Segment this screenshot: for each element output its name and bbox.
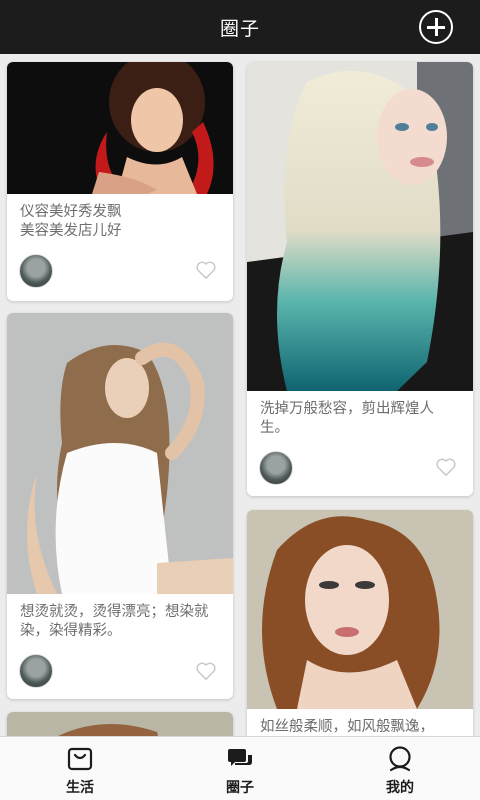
post-card[interactable]: 仪容美好秀发飘 美容美发店儿好 [7, 62, 233, 301]
post-caption: 如丝般柔顺，如风般飘逸， [260, 719, 434, 735]
author-avatar[interactable] [19, 254, 53, 288]
heart-icon[interactable] [195, 260, 217, 280]
heart-icon[interactable] [435, 457, 457, 477]
post-photo[interactable] [7, 313, 233, 594]
post-caption: 仪容美好秀发飘 美容美发店儿好 [20, 204, 122, 239]
tab-label: 生活 [66, 780, 94, 796]
tab-label: 圈子 [226, 780, 254, 796]
author-avatar[interactable] [259, 451, 293, 485]
page-title: 圈子 [219, 17, 260, 40]
heart-icon[interactable] [195, 661, 217, 681]
app-root: 圈子 仪容美好秀发飘 美容美发店儿好 洗掉万般愁容，剪出辉煌人生。 想烫就烫，烫… [0, 0, 480, 800]
post-photo[interactable] [247, 62, 473, 391]
post-card[interactable]: 想烫就烫，烫得漂亮；想染就染，染得精彩。 [7, 313, 233, 699]
post-photo[interactable] [7, 62, 233, 194]
chat-bubbles-icon [228, 749, 252, 766]
post-card[interactable]: 如丝般柔顺，如风般飘逸， [247, 510, 473, 736]
tab-circle[interactable]: 圈子 [160, 737, 320, 800]
tab-label: 我的 [386, 780, 414, 796]
shopping-bag-icon [67, 747, 93, 771]
post-card[interactable]: 洗掉万般愁容，剪出辉煌人生。 [247, 62, 473, 496]
tab-life[interactable]: 生活 [0, 737, 160, 800]
add-post-button[interactable] [419, 10, 453, 44]
post-card[interactable] [7, 712, 233, 736]
post-feed[interactable]: 仪容美好秀发飘 美容美发店儿好 洗掉万般愁容，剪出辉煌人生。 想烫就烫，烫得漂亮… [0, 54, 480, 736]
post-caption: 想烫就烫，烫得漂亮；想染就染，染得精彩。 [20, 604, 209, 639]
top-bar: 圈子 [0, 0, 480, 54]
post-photo[interactable] [7, 712, 233, 736]
bottom-tab-bar: 生活 圈子 我的 [0, 736, 480, 800]
tab-mine[interactable]: 我的 [320, 737, 480, 800]
author-avatar[interactable] [19, 654, 53, 688]
post-caption: 洗掉万般愁容，剪出辉煌人生。 [260, 401, 434, 436]
user-icon [389, 746, 411, 772]
post-photo[interactable] [247, 510, 473, 709]
